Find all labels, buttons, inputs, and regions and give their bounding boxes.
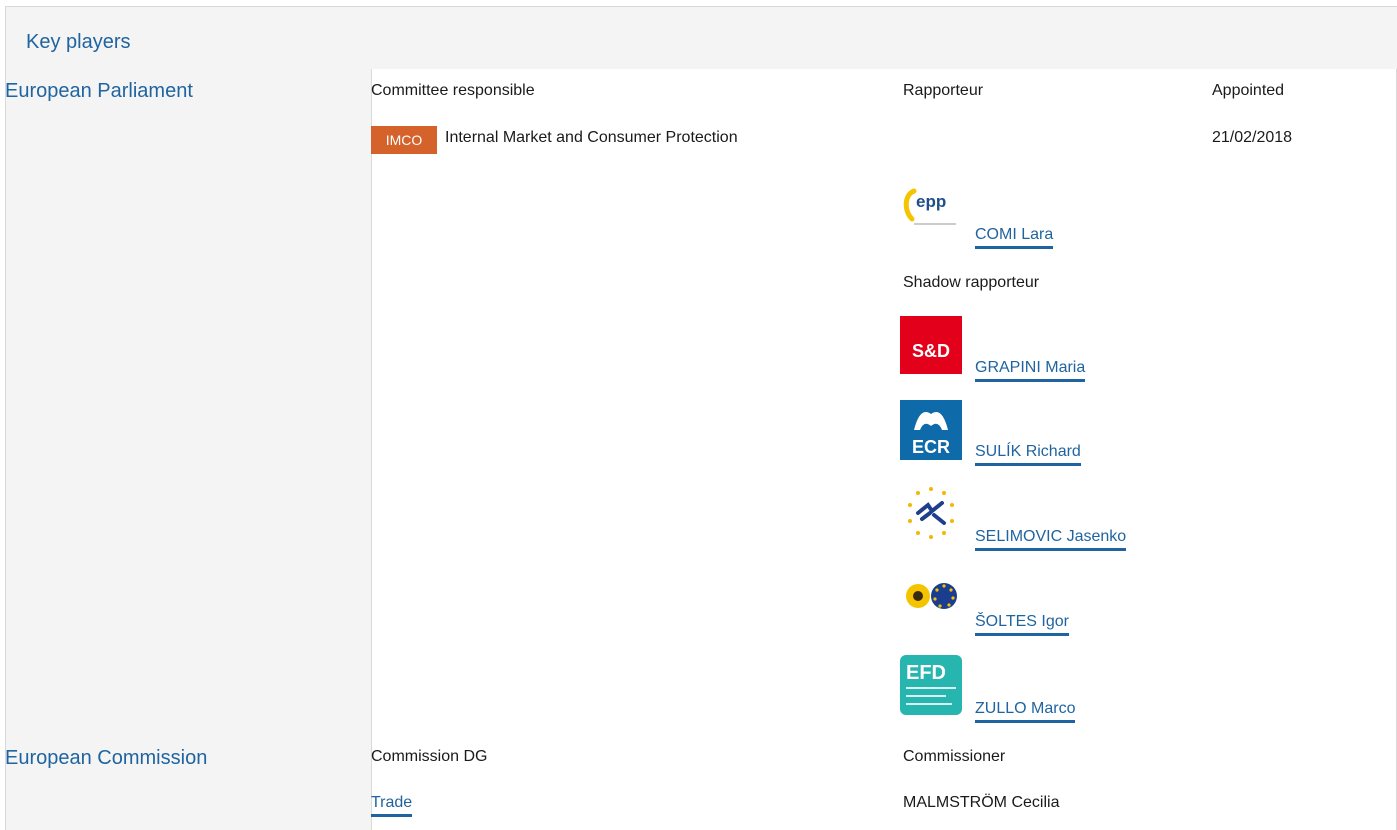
committee-column-header: Committee responsible xyxy=(371,82,535,99)
sd-logo-icon: S&D xyxy=(900,316,962,374)
key-players-panel: Key players European Parliament Committe… xyxy=(0,0,1397,830)
shadow-link-zullo-marco[interactable]: ZULLO Marco xyxy=(975,700,1076,723)
rapporteur-column-header: Rapporteur xyxy=(903,82,984,99)
institution-european-commission: European Commission xyxy=(5,747,208,769)
commission-dg-link-trade[interactable]: Trade xyxy=(371,794,413,817)
greens-efa-logo-icon xyxy=(900,580,962,626)
svg-text:ECR: ECR xyxy=(912,437,950,457)
committee-name: Internal Market and Consumer Protection xyxy=(445,129,738,146)
svg-text:S&D: S&D xyxy=(912,341,950,361)
committee-badge-imco: IMCO xyxy=(371,126,437,154)
shadow-link-sulik-richard[interactable]: SULÍK Richard xyxy=(975,443,1081,466)
commission-dg-column-header: Commission DG xyxy=(371,748,488,765)
shadow-link-grapini-maria[interactable]: GRAPINI Maria xyxy=(975,359,1086,382)
section-title: Key players xyxy=(26,31,131,53)
shadow-rapporteur-label: Shadow rapporteur xyxy=(903,274,1040,291)
rapporteur-link-comi-lara[interactable]: COMI Lara xyxy=(975,226,1054,249)
commissioner-name: MALMSTRÖM Cecilia xyxy=(903,794,1060,811)
column-divider xyxy=(371,69,372,830)
efdd-logo-icon: EFD xyxy=(900,655,962,715)
ecr-logo-icon: ECR xyxy=(900,400,962,460)
section-header: Key players xyxy=(5,6,1397,69)
shadow-link-soltes-igor[interactable]: ŠOLTES Igor xyxy=(975,613,1069,636)
svg-text:EFD: EFD xyxy=(906,662,946,684)
svg-text:epp: epp xyxy=(916,192,946,211)
appointed-date: 21/02/2018 xyxy=(1212,129,1293,146)
appointed-column-header: Appointed xyxy=(1212,82,1285,99)
institution-column xyxy=(5,69,371,830)
shadow-link-selimovic-jasenko[interactable]: SELIMOVIC Jasenko xyxy=(975,528,1127,551)
institution-european-parliament: European Parliament xyxy=(5,80,193,102)
epp-logo-icon: epp xyxy=(900,181,962,239)
commissioner-column-header: Commissioner xyxy=(903,748,1006,765)
alde-logo-icon xyxy=(900,483,962,543)
